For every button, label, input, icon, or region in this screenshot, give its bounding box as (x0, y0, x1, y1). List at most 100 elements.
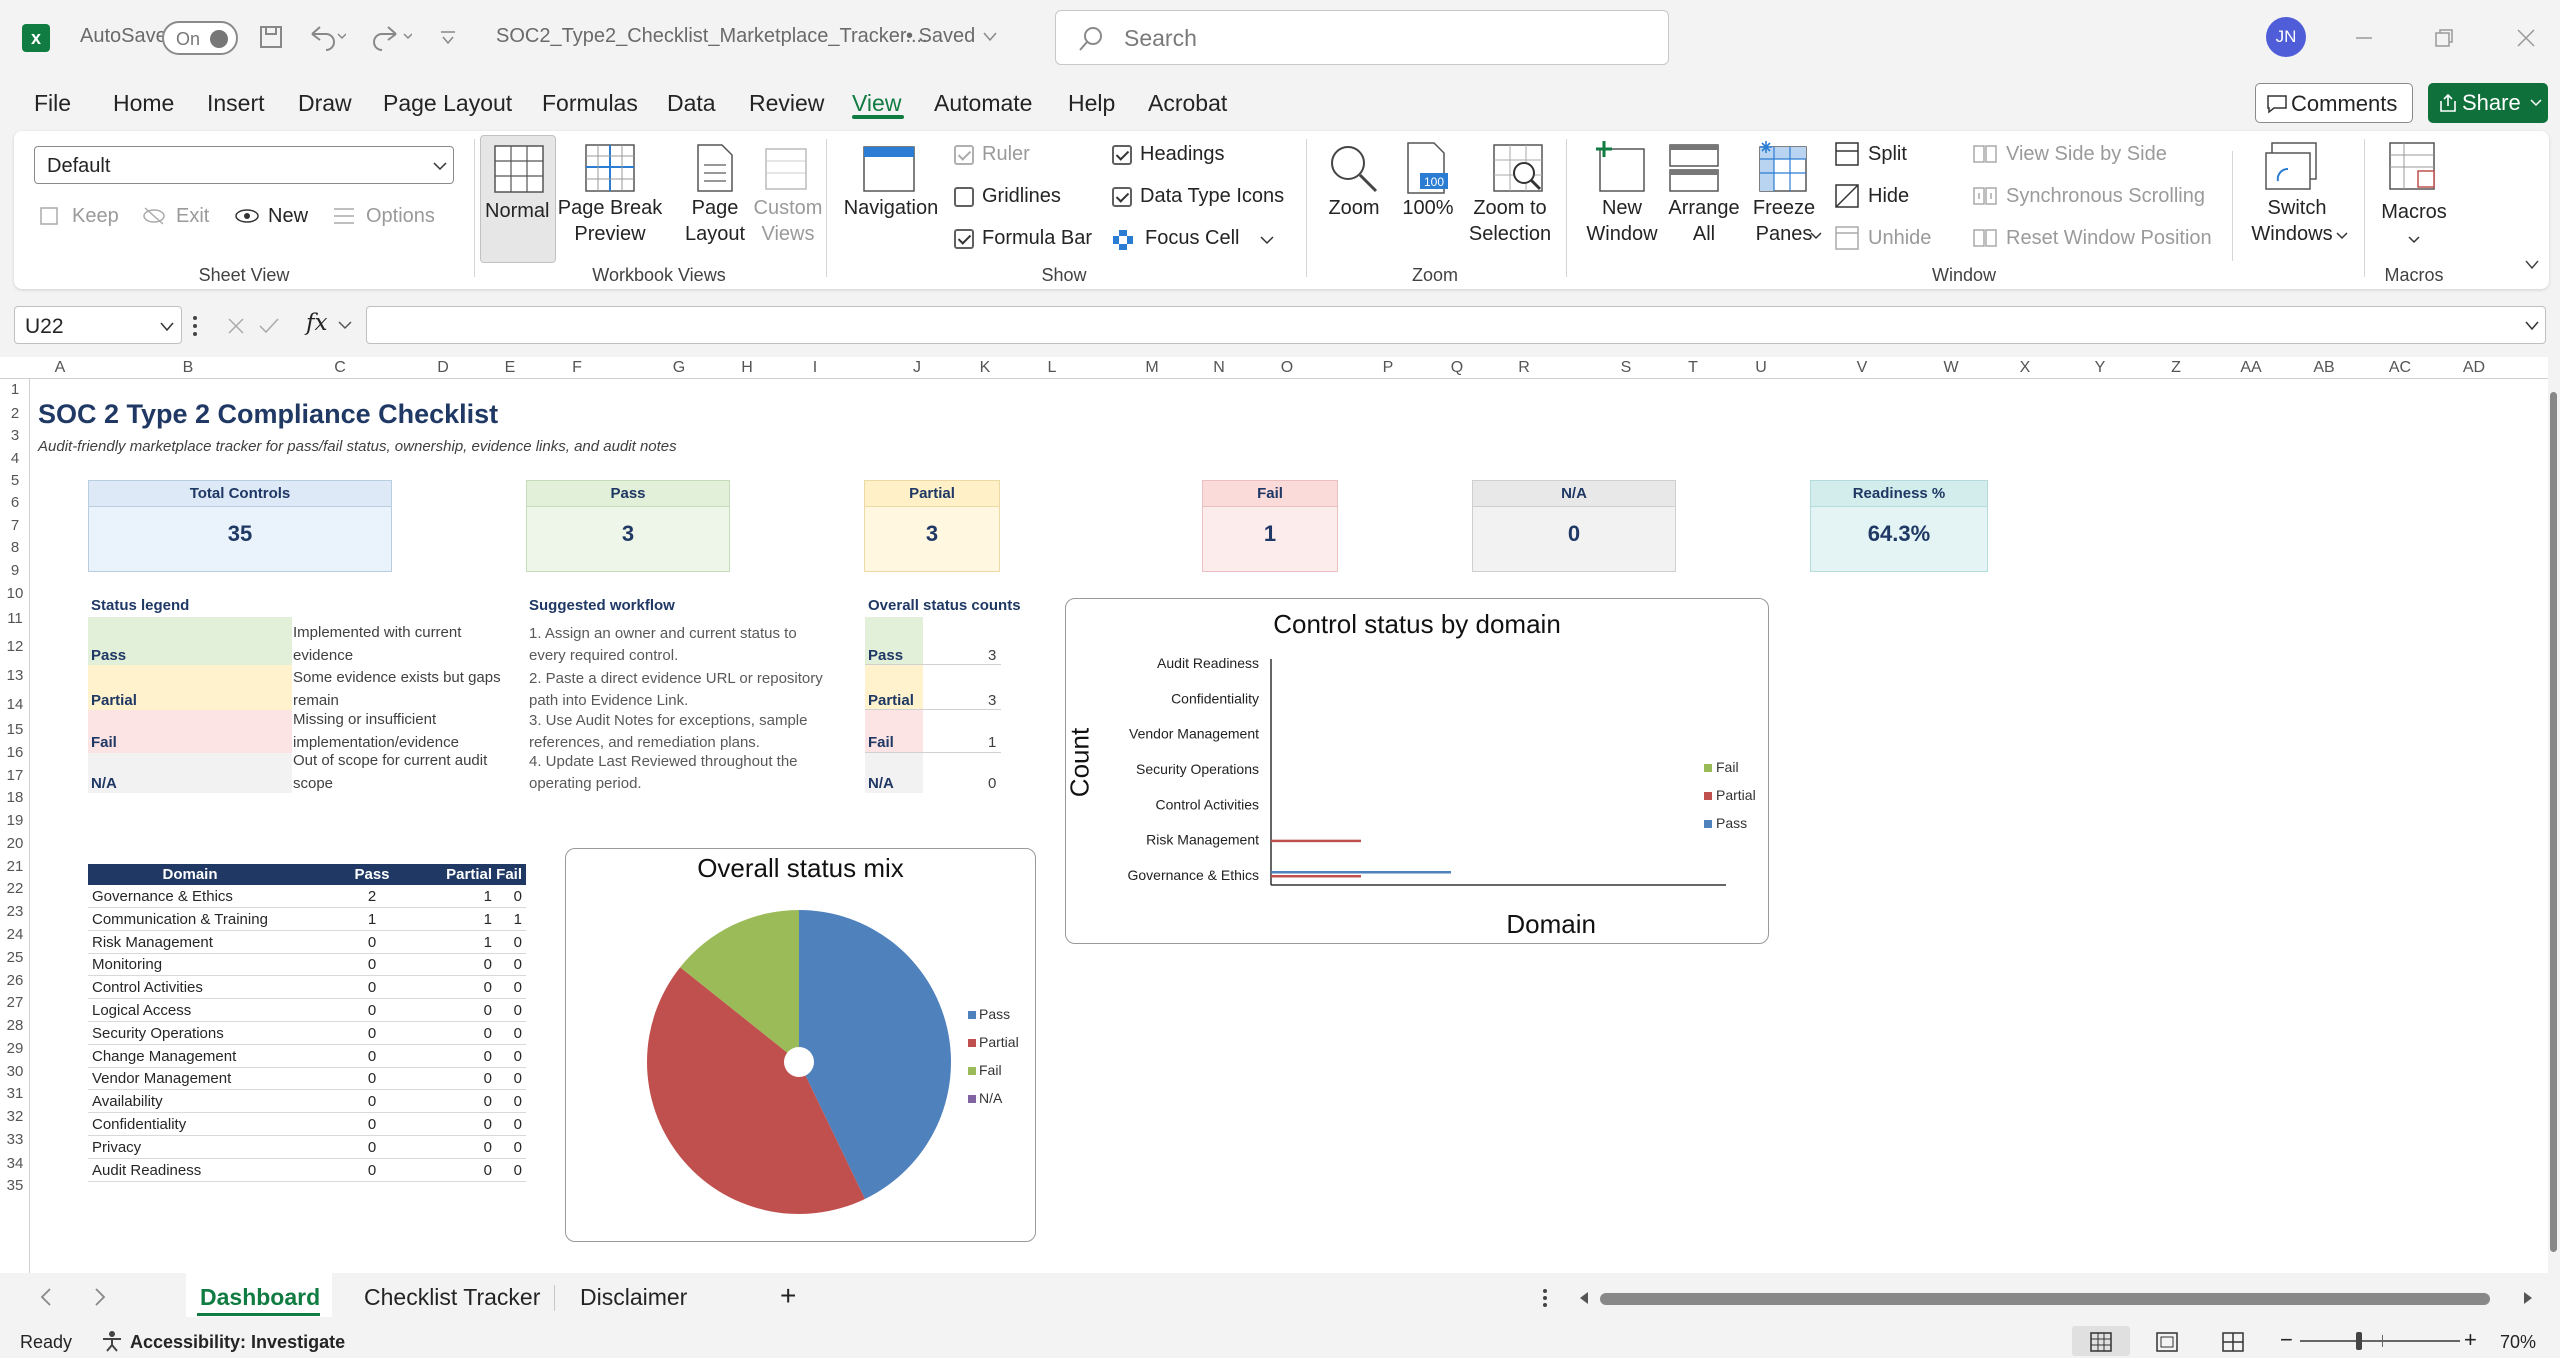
expand-formula-bar-icon[interactable] (2524, 320, 2540, 332)
unhide-button[interactable]: Unhide (1868, 227, 1931, 250)
redo-icon[interactable] (368, 22, 412, 52)
row-header[interactable]: 30 (0, 1063, 30, 1080)
column-header[interactable]: M (1132, 359, 1172, 377)
accessibility-status[interactable]: Accessibility: Investigate (130, 1332, 345, 1353)
row-header[interactable]: 32 (0, 1108, 30, 1125)
row-header[interactable]: 18 (0, 789, 30, 806)
row-header[interactable]: 33 (0, 1131, 30, 1148)
menu-acrobat[interactable]: Acrobat (1148, 90, 1227, 117)
column-header[interactable]: U (1741, 359, 1781, 377)
horizontal-scrollbar[interactable] (1600, 1293, 2490, 1305)
more-options-icon[interactable] (1542, 1287, 1548, 1309)
zoom-in-button[interactable]: + (2464, 1327, 2477, 1353)
tab-checklist-tracker[interactable]: Checklist Tracker (364, 1284, 540, 1311)
column-header[interactable]: AA (2231, 359, 2271, 377)
zoom-level[interactable]: 70% (2500, 1332, 2536, 1353)
file-name[interactable]: SOC2_Type2_Checklist_Marketplace_Tracker… (496, 25, 928, 48)
share-button[interactable]: Share (2428, 83, 2548, 123)
sync-scrolling-button[interactable]: Synchronous Scrolling (2006, 185, 2205, 208)
row-header[interactable]: 35 (0, 1177, 30, 1194)
restore-icon[interactable] (2432, 26, 2456, 50)
row-header[interactable]: 28 (0, 1017, 30, 1034)
custom-views-icon[interactable] (764, 143, 810, 193)
chevron-down-icon[interactable] (1810, 231, 1822, 241)
scroll-right-icon[interactable] (2522, 1291, 2534, 1305)
menu-file[interactable]: File (34, 90, 71, 117)
reset-window-position-button[interactable]: Reset Window Position (2006, 227, 2212, 250)
column-header[interactable]: O (1267, 359, 1307, 377)
search-box[interactable]: Search (1055, 10, 1669, 65)
column-header[interactable]: N (1199, 359, 1239, 377)
sheet-view-select[interactable]: Default (34, 146, 454, 184)
row-header[interactable]: 34 (0, 1155, 30, 1172)
data-type-icons-checkbox[interactable] (1112, 187, 1132, 207)
customize-qat-icon[interactable] (438, 28, 458, 48)
column-header[interactable]: F (557, 359, 597, 377)
menu-draw[interactable]: Draw (298, 90, 352, 117)
page-break-view-icon[interactable] (2222, 1332, 2244, 1352)
row-header[interactable]: 6 (0, 494, 30, 511)
row-header[interactable]: 4 (0, 450, 30, 467)
formula-input[interactable] (366, 306, 2546, 344)
column-header[interactable]: K (965, 359, 1005, 377)
chevron-down-icon[interactable] (1260, 235, 1274, 245)
zoom-to-selection-icon[interactable] (1492, 143, 1546, 195)
row-header[interactable]: 21 (0, 858, 30, 875)
chevron-down-icon[interactable] (982, 30, 998, 44)
row-header[interactable]: 25 (0, 949, 30, 966)
more-options-icon[interactable] (192, 314, 198, 338)
row-header[interactable]: 11 (0, 610, 30, 627)
column-header[interactable]: V (1842, 359, 1882, 377)
column-header[interactable]: H (727, 359, 767, 377)
menu-home[interactable]: Home (113, 90, 174, 117)
column-header[interactable]: AB (2304, 359, 2344, 377)
zoom-icon[interactable] (1326, 141, 1380, 195)
row-header[interactable]: 13 (0, 667, 30, 684)
add-sheet-button[interactable]: + (780, 1280, 796, 1312)
minimize-icon[interactable] (2352, 26, 2376, 50)
row-header[interactable]: 26 (0, 972, 30, 989)
menu-formulas[interactable]: Formulas (542, 90, 638, 117)
row-header[interactable]: 22 (0, 880, 30, 897)
new-window-icon[interactable] (1594, 139, 1646, 195)
column-header[interactable]: Z (2156, 359, 2196, 377)
bar-chart-box[interactable]: Control status by domain Governance & Et… (1065, 598, 1769, 944)
name-box[interactable]: U22 (14, 306, 182, 344)
zoom-100-icon[interactable]: 100 (1406, 141, 1450, 195)
comments-button[interactable]: Comments (2255, 83, 2413, 123)
column-header[interactable]: A (40, 359, 80, 377)
macros-icon[interactable] (2388, 141, 2440, 195)
row-header[interactable]: 31 (0, 1085, 30, 1102)
column-header[interactable]: P (1368, 359, 1408, 377)
menu-automate[interactable]: Automate (934, 90, 1032, 117)
row-header[interactable]: 16 (0, 744, 30, 761)
row-header[interactable]: 9 (0, 562, 30, 579)
enter-icon[interactable] (258, 316, 280, 336)
next-sheet-icon[interactable] (92, 1287, 108, 1307)
options-button[interactable]: Options (366, 205, 435, 228)
row-header[interactable]: 7 (0, 517, 30, 534)
freeze-panes-icon[interactable] (1756, 141, 1810, 193)
menu-view[interactable]: View (852, 90, 901, 117)
formula-bar-checkbox[interactable] (954, 229, 974, 249)
save-icon[interactable] (258, 24, 284, 50)
column-header[interactable]: T (1673, 359, 1713, 377)
row-header[interactable]: 15 (0, 721, 30, 738)
new-view-button[interactable]: New (268, 205, 308, 228)
column-header[interactable]: AD (2454, 359, 2494, 377)
menu-data[interactable]: Data (667, 90, 716, 117)
row-header[interactable]: 3 (0, 427, 30, 444)
column-header[interactable]: B (168, 359, 208, 377)
keep-button[interactable]: Keep (72, 205, 119, 228)
collapse-ribbon-icon[interactable] (2524, 259, 2540, 271)
column-header[interactable]: L (1032, 359, 1072, 377)
column-header[interactable]: Y (2080, 359, 2120, 377)
row-header[interactable]: 19 (0, 812, 30, 829)
close-icon[interactable] (2514, 26, 2538, 50)
autosave-toggle[interactable]: On (162, 21, 238, 55)
menu-page-layout[interactable]: Page Layout (383, 90, 512, 117)
column-header[interactable]: E (490, 359, 530, 377)
previous-sheet-icon[interactable] (38, 1287, 54, 1307)
chevron-down-icon[interactable] (338, 320, 352, 330)
zoom-slider-thumb[interactable] (2356, 1332, 2362, 1350)
